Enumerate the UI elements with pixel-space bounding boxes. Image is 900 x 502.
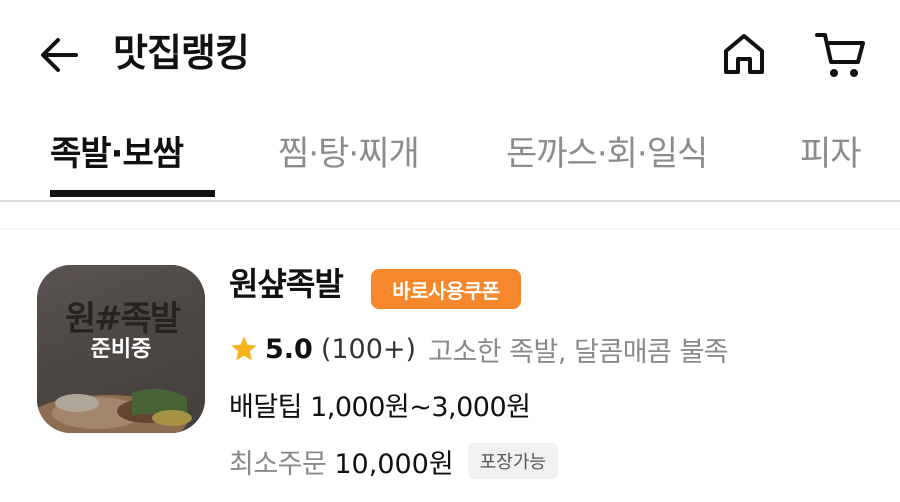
top-app-bar: 맛집랭킹	[0, 0, 900, 110]
arrow-left-icon	[41, 38, 78, 72]
coupon-badge: 바로사용쿠폰	[371, 269, 521, 309]
star-icon	[231, 336, 257, 361]
delivery-fee: 배달팁 1,000원~3,000원	[229, 392, 531, 423]
active-tab-indicator	[50, 190, 215, 197]
min-order-value: 10,000원	[334, 448, 454, 480]
section-divider	[0, 228, 900, 229]
home-button[interactable]	[718, 28, 770, 80]
store-name: 원샾족발	[229, 265, 344, 303]
tabs-divider	[0, 200, 900, 202]
preparing-status: 준비중	[90, 337, 152, 362]
min-order-label: 최소주문	[229, 448, 327, 480]
category-tabs: 족발·보쌈 찜·탕·찌개 돈까스·회·일식 피자	[0, 115, 900, 201]
page-title: 맛집랭킹	[113, 31, 250, 75]
tab-jjim-tang-jjigae[interactable]: 찜·탕·찌개	[278, 129, 420, 199]
store-thumbnail: 원#족발 준비중	[37, 265, 205, 433]
tab-pizza[interactable]: 피자	[800, 129, 862, 199]
pickup-badge: 포장가능	[467, 443, 558, 479]
home-icon	[724, 34, 764, 74]
tab-donkatsu-hoe-ilsik[interactable]: 돈까스·회·일식	[506, 129, 708, 199]
cart-icon	[815, 33, 865, 77]
rating-value: 5.0	[265, 333, 313, 365]
cart-button[interactable]	[812, 28, 868, 82]
min-order-row: 최소주문 10,000원 포장가능	[229, 441, 558, 481]
rating-row: 5.0 (100+) 고소한 족발, 달콤매콤 불족	[229, 327, 729, 371]
store-tagline: 고소한 족발, 달콤매콤 불족	[428, 336, 729, 368]
store-list-item[interactable]: 원#족발 준비중 원샾족발 바로사용쿠폰 5.0 (100+) 고소한 족발, …	[0, 245, 900, 502]
back-button[interactable]	[36, 32, 82, 78]
review-count: (100+)	[320, 333, 417, 365]
tab-jokbal-bossam[interactable]: 족발·보쌈	[50, 129, 184, 199]
